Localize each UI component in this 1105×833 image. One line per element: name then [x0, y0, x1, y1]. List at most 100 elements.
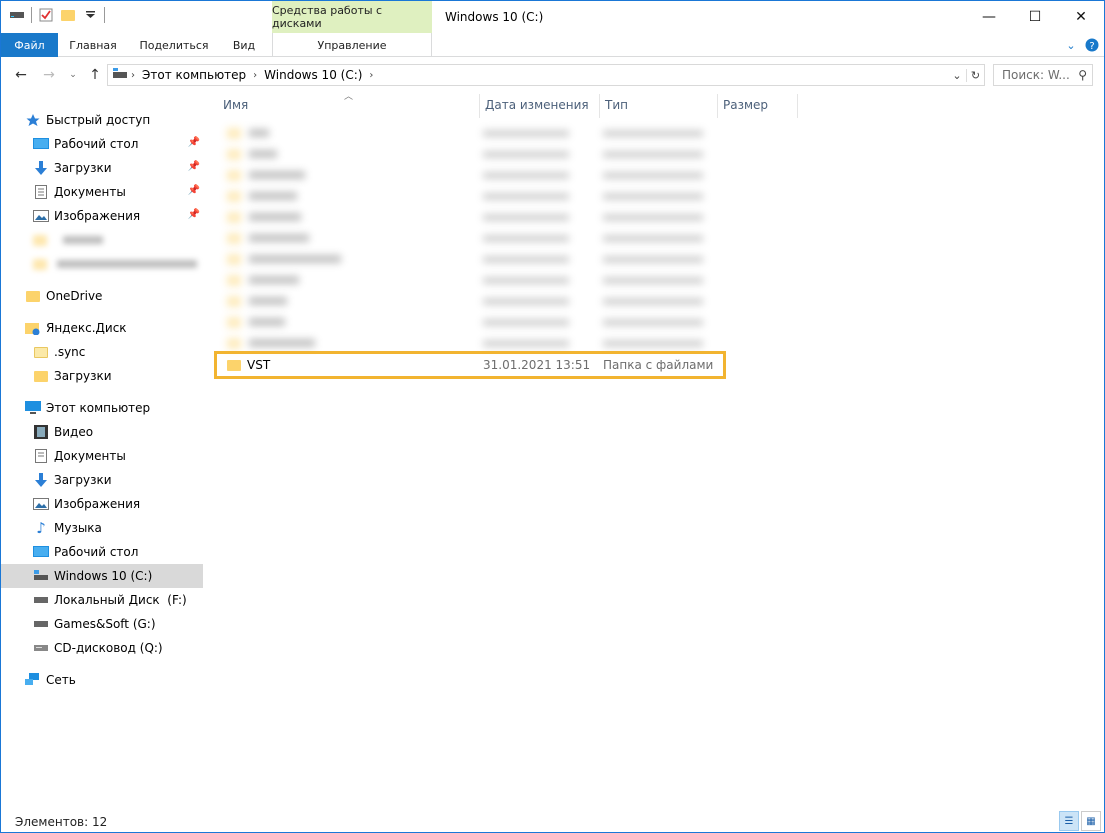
help-icon[interactable]: ? — [1084, 37, 1100, 53]
history-chevron-down-icon[interactable]: ⌄ — [948, 69, 966, 82]
new-folder-icon[interactable] — [60, 7, 76, 23]
document-icon — [33, 184, 49, 200]
forward-arrow-icon[interactable]: → — [39, 65, 59, 85]
qat-dropdown-icon[interactable] — [82, 7, 98, 23]
minimize-button[interactable]: — — [966, 1, 1012, 33]
download-arrow-icon — [33, 472, 49, 488]
sidebar-item-blurred[interactable] — [33, 228, 203, 252]
pin-icon[interactable]: 📌 — [188, 137, 200, 148]
star-icon — [25, 112, 41, 128]
chevron-right-icon[interactable]: › — [366, 70, 376, 81]
file-row-blurred[interactable] — [217, 164, 797, 186]
sidebar-label: Яндекс.Диск — [46, 321, 127, 335]
sidebar-item-drive-c[interactable]: Windows 10 (C:) — [1, 564, 203, 588]
column-header-name[interactable]: Имя — [217, 92, 479, 118]
sidebar-label: Games&Soft (G:) — [54, 617, 156, 631]
sidebar-item-yandex-downloads[interactable]: Загрузки — [33, 364, 203, 388]
file-row-blurred[interactable] — [217, 290, 797, 312]
large-icons-view-icon[interactable]: ▦ — [1081, 811, 1101, 831]
status-bar: Элементов: 12 ☰ ▦ — [1, 811, 1104, 833]
drive-icon[interactable] — [9, 7, 25, 23]
tab-view[interactable]: Вид — [223, 33, 265, 57]
sidebar-label: Видео — [54, 425, 94, 439]
sidebar-item-onedrive[interactable]: OneDrive — [25, 284, 203, 308]
drive-icon — [33, 616, 49, 632]
sidebar-item-quick-access[interactable]: Быстрый доступ — [25, 108, 203, 132]
pin-icon[interactable]: 📌 — [188, 185, 200, 196]
sidebar-label: Быстрый доступ — [46, 113, 151, 127]
sidebar-label: Этот компьютер — [46, 401, 151, 415]
pin-icon[interactable]: 📌 — [188, 209, 200, 220]
file-row-blurred[interactable] — [217, 311, 797, 333]
folder-icon — [33, 344, 49, 360]
properties-icon[interactable] — [38, 7, 54, 23]
sidebar-item-drive-g[interactable]: Games&Soft (G:) — [33, 612, 203, 636]
network-icon — [25, 672, 41, 688]
sidebar-label: OneDrive — [46, 289, 103, 303]
file-row-blurred[interactable] — [217, 206, 797, 228]
sidebar-item-blurred[interactable] — [33, 252, 203, 276]
sidebar-item-yandex-disk[interactable]: Яндекс.Диск — [25, 316, 203, 340]
address-bar[interactable]: › Этот компьютер › Windows 10 (C:) › ⌄ ↻ — [107, 64, 985, 86]
sidebar-item-downloads[interactable]: Загрузки 📌 — [33, 156, 203, 180]
file-row-blurred[interactable] — [217, 143, 797, 165]
sidebar-item-videos[interactable]: Видео — [33, 420, 203, 444]
tab-share[interactable]: Поделиться — [131, 33, 217, 57]
sidebar-label: Загрузки — [54, 369, 112, 383]
chevron-right-icon[interactable]: › — [250, 70, 260, 81]
picture-icon — [33, 496, 49, 512]
svg-text:?: ? — [1089, 41, 1094, 52]
sidebar-item-network[interactable]: Сеть — [25, 668, 203, 692]
column-header-date[interactable]: Дата изменения — [479, 92, 599, 118]
sidebar-label: Изображения — [54, 497, 141, 511]
column-header-size[interactable]: Размер — [717, 92, 797, 118]
sidebar-item-documents[interactable]: Документы 📌 — [33, 180, 203, 204]
refresh-icon[interactable]: ↻ — [966, 68, 984, 82]
yandex-folder-icon — [25, 320, 41, 336]
drive-icon — [33, 592, 49, 608]
sidebar-item-pc-downloads[interactable]: Загрузки — [33, 468, 203, 492]
close-button[interactable]: ✕ — [1058, 1, 1104, 33]
tab-file[interactable]: Файл — [1, 33, 58, 57]
title-bar: Средства работы с дисками Windows 10 (C:… — [1, 1, 1104, 33]
chevron-right-icon[interactable]: › — [128, 70, 138, 81]
up-arrow-icon[interactable]: ↑ — [85, 65, 105, 85]
details-view-icon[interactable]: ☰ — [1059, 811, 1079, 831]
qat-divider — [31, 7, 32, 23]
search-icon: ⚲ — [1078, 68, 1087, 82]
sidebar-item-pc-pictures[interactable]: Изображения — [33, 492, 203, 516]
sidebar-label: Музыка — [54, 521, 102, 535]
tab-home[interactable]: Главная — [61, 33, 125, 57]
file-row-blurred[interactable] — [217, 185, 797, 207]
sidebar-item-drive-f[interactable]: Локальный Диск (F:) — [33, 588, 203, 612]
sidebar-item-music[interactable]: ♪ Музыка — [33, 516, 203, 540]
column-header-type[interactable]: Тип — [599, 92, 719, 118]
quick-access-toolbar — [9, 7, 105, 23]
sidebar-item-this-pc[interactable]: Этот компьютер — [25, 396, 203, 420]
folder-icon — [33, 258, 47, 270]
file-row-blurred[interactable] — [217, 248, 797, 270]
breadcrumb-this-pc[interactable]: Этот компьютер — [138, 65, 250, 85]
sidebar-item-pc-documents[interactable]: Документы — [33, 444, 203, 468]
file-row-blurred[interactable] — [217, 269, 797, 291]
cd-drive-icon — [33, 640, 49, 656]
sidebar-label: CD-дисковод (Q:) — [54, 641, 163, 655]
breadcrumb-drive-c[interactable]: Windows 10 (C:) — [260, 65, 366, 85]
sidebar-label: .sync — [54, 345, 86, 359]
column-divider[interactable] — [797, 94, 798, 118]
pin-icon[interactable]: 📌 — [188, 161, 200, 172]
qat-divider — [104, 7, 105, 23]
file-row-blurred[interactable] — [217, 122, 797, 144]
file-row-blurred[interactable] — [217, 227, 797, 249]
search-input[interactable]: Поиск: W... ⚲ — [993, 64, 1093, 86]
sidebar-item-sync[interactable]: .sync — [33, 340, 203, 364]
tab-manage[interactable]: Управление — [272, 33, 432, 57]
sidebar-item-cd-drive[interactable]: CD-дисковод (Q:) — [33, 636, 203, 660]
sidebar-item-pictures[interactable]: Изображения 📌 — [33, 204, 203, 228]
recent-chevron-down-icon[interactable]: ⌄ — [63, 65, 83, 85]
sidebar-item-pc-desktop[interactable]: Рабочий стол — [33, 540, 203, 564]
back-arrow-icon[interactable]: ← — [11, 65, 31, 85]
expand-ribbon-icon[interactable]: ⌄ — [1063, 37, 1079, 53]
maximize-button[interactable]: ☐ — [1012, 1, 1058, 33]
sidebar-item-desktop[interactable]: Рабочий стол 📌 — [33, 132, 203, 156]
